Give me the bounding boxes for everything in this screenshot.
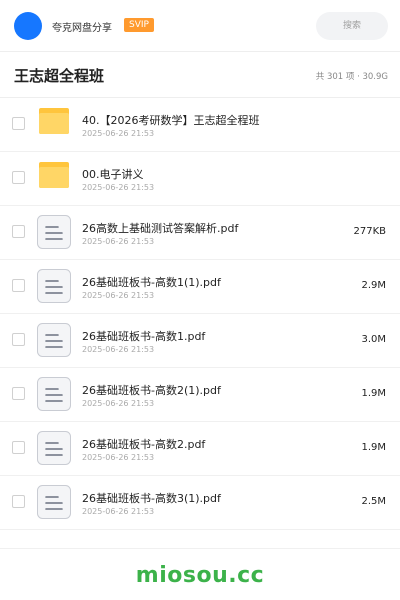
page-title: 王志超全程班 <box>14 67 105 85</box>
search-input[interactable] <box>316 12 388 40</box>
file-date: 2025-06-26 21:53 <box>82 183 155 192</box>
checkbox[interactable] <box>12 117 25 130</box>
checkbox[interactable] <box>12 171 25 184</box>
file-name: 26基础班板书-高数3(1).pdf <box>82 492 221 505</box>
file-name: 26基础班板书-高数1.pdf <box>82 330 206 343</box>
file-size: 1.9M <box>361 442 386 453</box>
document-icon <box>37 377 71 411</box>
list-item[interactable]: 00.电子讲义 2025-06-26 21:53 <box>0 152 400 206</box>
document-icon <box>37 485 71 519</box>
document-icon <box>37 269 71 303</box>
file-name: 40.【2026考研数学】王志超全程班 <box>82 114 260 127</box>
top-bar: 夸克网盘分享 SVIP <box>0 0 400 52</box>
file-date: 2025-06-26 21:53 <box>82 129 155 138</box>
checkbox[interactable] <box>12 333 25 346</box>
file-date: 2025-06-26 21:53 <box>82 237 155 246</box>
list-item[interactable]: 26基础班板书-高数1(1).pdf 2025-06-26 21:53 2.9M <box>0 260 400 314</box>
file-size: 277KB <box>353 226 386 237</box>
file-size: 2.9M <box>361 280 386 291</box>
file-name: 26高数上基础测试答案解析.pdf <box>82 222 239 235</box>
file-date: 2025-06-26 21:53 <box>82 291 155 300</box>
file-date: 2025-06-26 21:53 <box>82 399 155 408</box>
share-title: 夸克网盘分享 <box>52 23 112 34</box>
file-size: 2.5M <box>361 496 386 507</box>
folder-icon <box>39 162 69 188</box>
folder-summary: 共 301 项 · 30.9G <box>315 72 388 82</box>
checkbox[interactable] <box>12 387 25 400</box>
checkbox[interactable] <box>12 225 25 238</box>
folder-icon <box>39 108 69 134</box>
list-item[interactable]: 26基础班板书-高数2.pdf 2025-06-26 21:53 1.9M <box>0 422 400 476</box>
file-date: 2025-06-26 21:53 <box>82 345 155 354</box>
file-date: 2025-06-26 21:53 <box>82 507 155 516</box>
file-name: 26基础班板书-高数2.pdf <box>82 438 206 451</box>
list-item[interactable]: 26基础班板书-高数2(1).pdf 2025-06-26 21:53 1.9M <box>0 368 400 422</box>
list-item[interactable]: 26高数上基础测试答案解析.pdf 2025-06-26 21:53 277KB <box>0 206 400 260</box>
file-list: 40.【2026考研数学】王志超全程班 2025-06-26 21:53 00.… <box>0 98 400 530</box>
file-name: 26基础班板书-高数1(1).pdf <box>82 276 221 289</box>
document-icon <box>37 323 71 357</box>
checkbox[interactable] <box>12 441 25 454</box>
checkbox[interactable] <box>12 279 25 292</box>
file-name: 26基础班板书-高数2(1).pdf <box>82 384 221 397</box>
document-icon <box>37 431 71 465</box>
list-item[interactable]: 26基础班板书-高数1.pdf 2025-06-26 21:53 3.0M <box>0 314 400 368</box>
file-size: 3.0M <box>361 334 386 345</box>
file-name: 00.电子讲义 <box>82 168 144 181</box>
checkbox[interactable] <box>12 495 25 508</box>
list-item[interactable]: 26基础班板书-高数3(1).pdf 2025-06-26 21:53 2.5M <box>0 476 400 530</box>
watermark-text: miosou.cc <box>135 563 265 588</box>
avatar[interactable] <box>14 12 42 40</box>
document-icon <box>37 215 71 249</box>
svip-badge: SVIP <box>124 18 154 32</box>
list-item[interactable]: 40.【2026考研数学】王志超全程班 2025-06-26 21:53 <box>0 98 400 152</box>
folder-title-row: 王志超全程班 共 301 项 · 30.9G <box>0 52 400 98</box>
file-size: 1.9M <box>361 388 386 399</box>
file-date: 2025-06-26 21:53 <box>82 453 155 462</box>
watermark-footer: miosou.cc <box>0 548 400 600</box>
